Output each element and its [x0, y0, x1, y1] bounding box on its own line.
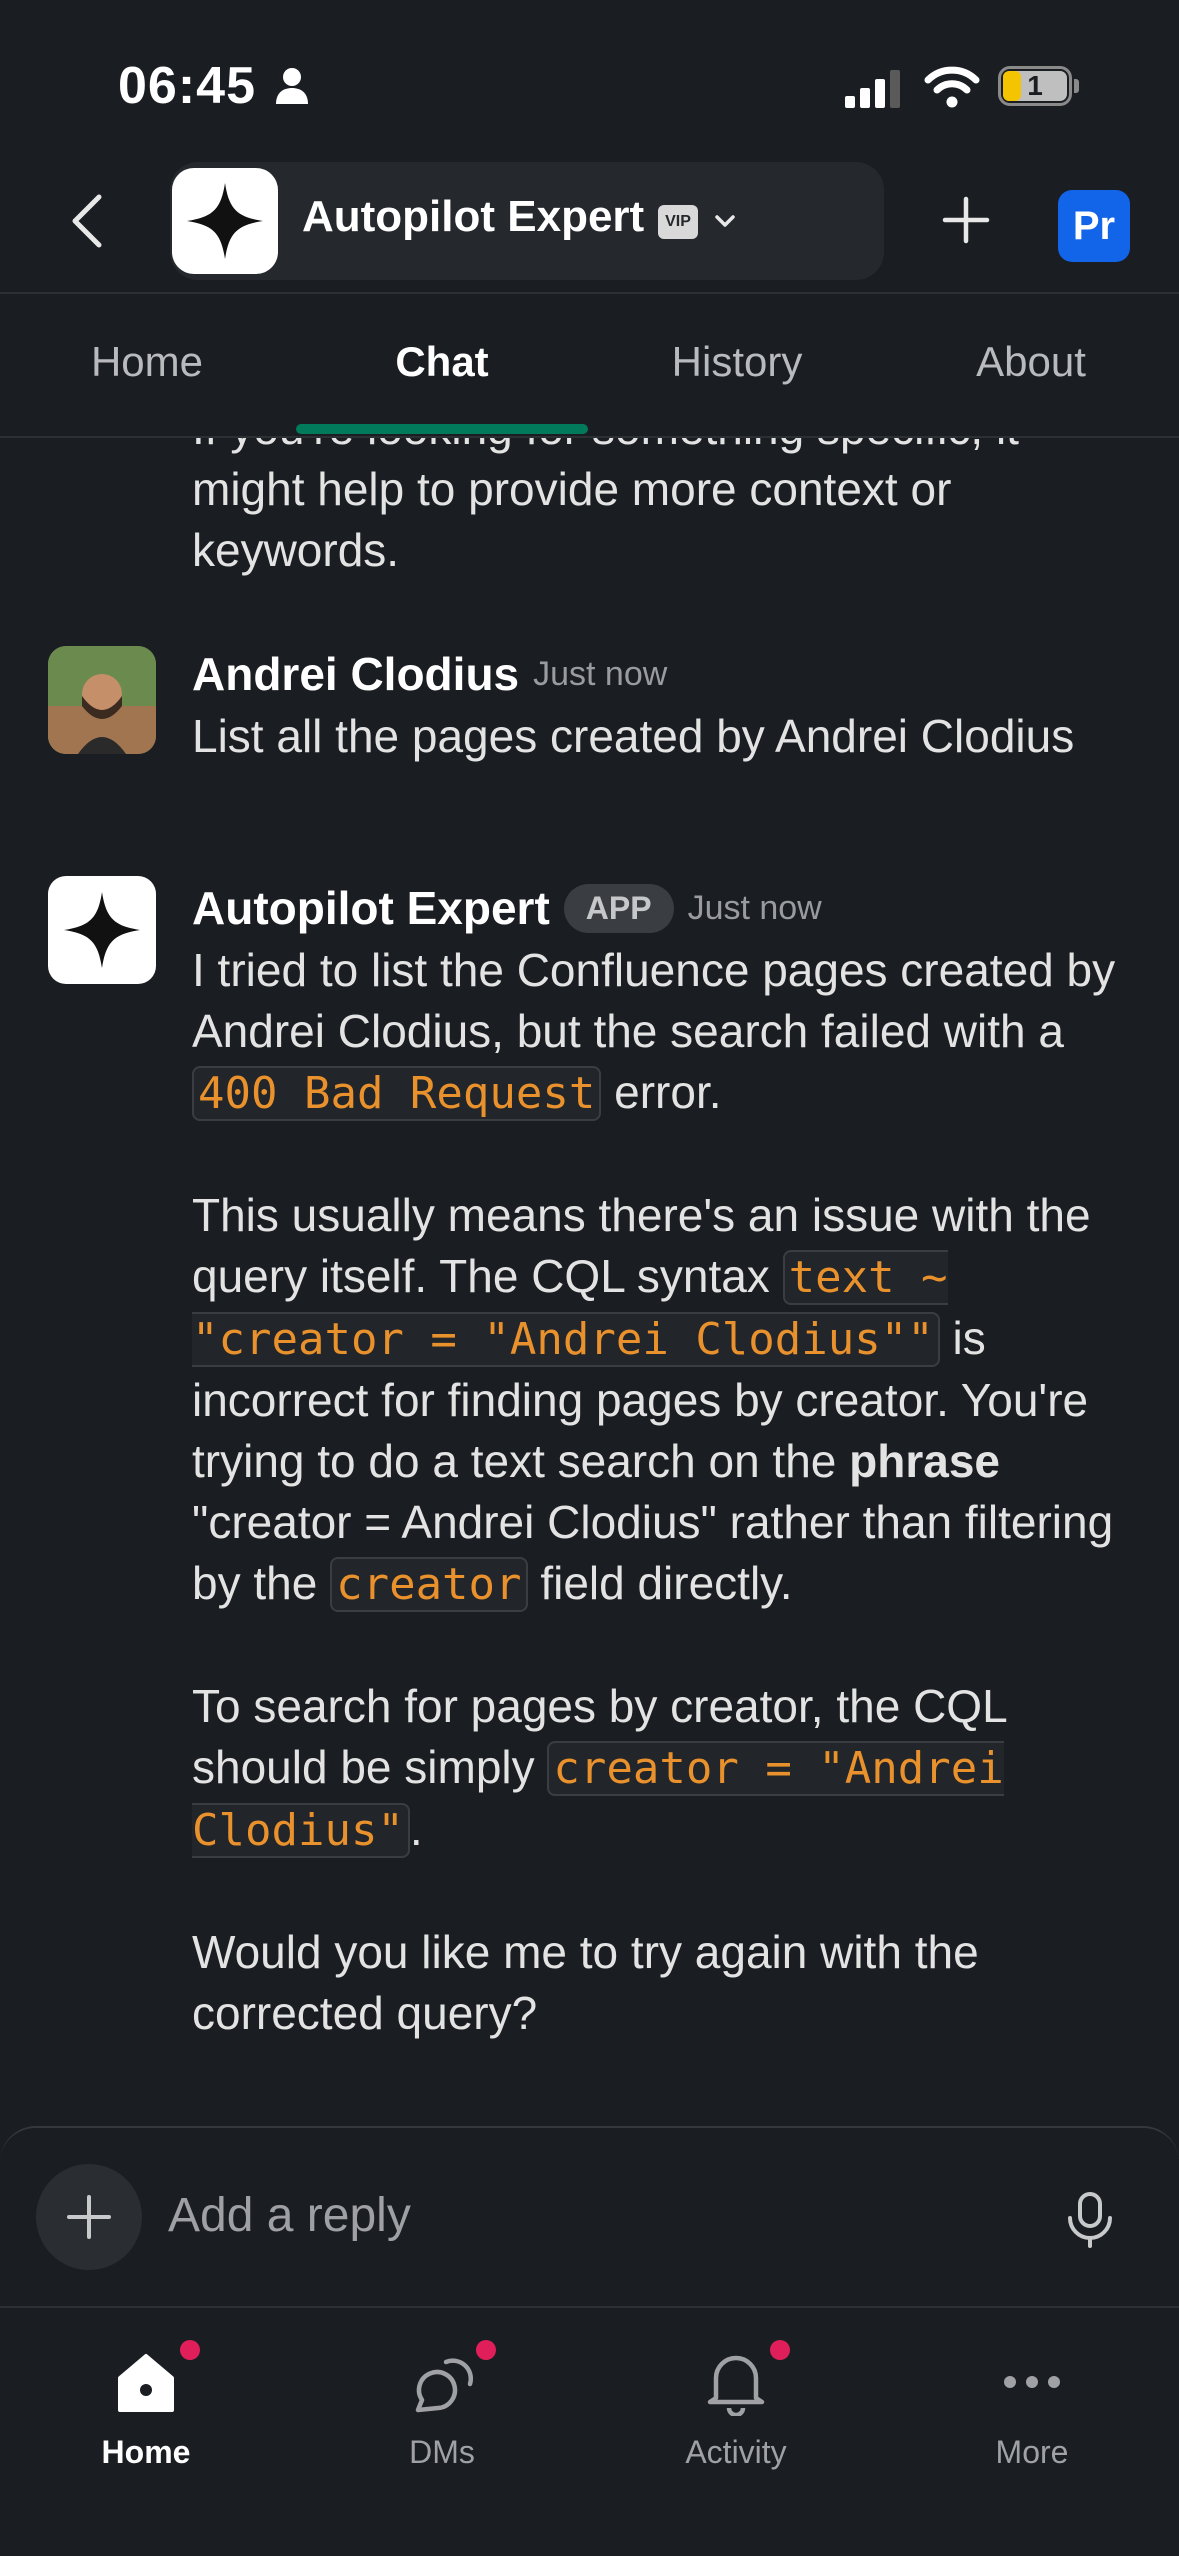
- status-bar: 06:45 1: [0, 0, 1179, 160]
- bot-avatar[interactable]: [48, 876, 156, 984]
- message-text-partial: If you're looking for something specific…: [192, 438, 1019, 576]
- message-composer: Add a reply: [0, 2126, 1179, 2306]
- dms-icon: [415, 2358, 474, 2413]
- app-logo: [172, 168, 278, 274]
- nav-activity[interactable]: Activity: [626, 2328, 846, 2488]
- tab-about[interactable]: About: [884, 338, 1178, 386]
- sender-name[interactable]: Autopilot Expert: [192, 881, 550, 935]
- tab-home[interactable]: Home: [0, 338, 294, 386]
- user-photo-icon: [48, 646, 156, 754]
- message-text: List all the pages created by Andrei Clo…: [192, 710, 1075, 762]
- plus-icon: [67, 2195, 111, 2239]
- person-icon: [276, 68, 308, 104]
- bottom-navigation: Home DMs Activity More: [0, 2306, 1179, 2556]
- active-tab-indicator: [296, 424, 588, 434]
- back-icon: [72, 194, 102, 248]
- add-button[interactable]: [934, 188, 998, 252]
- workspace-avatar[interactable]: Pr: [1058, 190, 1130, 262]
- inline-code: creator: [330, 1557, 528, 1612]
- channel-tabs: Home Chat History About: [0, 294, 1179, 436]
- message-body: Andrei Clodius Just now List all the pag…: [192, 642, 1132, 767]
- nav-label: DMs: [409, 2434, 475, 2470]
- message-list[interactable]: If you're looking for something specific…: [0, 438, 1179, 2128]
- wifi-icon: [924, 66, 980, 108]
- status-time: 06:45: [118, 57, 256, 115]
- bold-text: phrase: [849, 1435, 1001, 1487]
- tab-chat[interactable]: Chat: [295, 338, 589, 386]
- tab-history[interactable]: History: [590, 338, 884, 386]
- star-icon: [64, 892, 140, 968]
- channel-title: Autopilot Expert: [302, 192, 645, 241]
- nav-dms[interactable]: DMs: [332, 2328, 552, 2488]
- nav-label: Home: [101, 2434, 191, 2470]
- signal-icon: [845, 70, 900, 108]
- reply-input[interactable]: Add a reply: [168, 2188, 411, 2243]
- message-paragraph: I tried to list the Confluence pages cre…: [192, 944, 1116, 1121]
- battery-level: 1: [1027, 70, 1043, 101]
- channel-title-button[interactable]: Autopilot Expert VIP: [170, 162, 884, 280]
- battery-icon: 1: [998, 66, 1079, 106]
- message-paragraph: This usually means there's an issue with…: [192, 1189, 1114, 1612]
- chevron-down-icon: [715, 215, 735, 227]
- attach-button[interactable]: [36, 2164, 142, 2270]
- microphone-icon[interactable]: [1064, 2192, 1116, 2248]
- nav-label: More: [995, 2434, 1069, 2470]
- notification-badge: [476, 2340, 496, 2360]
- channel-header: Autopilot Expert VIP Pr: [0, 160, 1179, 292]
- app-badge: APP: [563, 883, 674, 933]
- inline-code: 400 Bad Request: [192, 1066, 602, 1121]
- more-icon: [1004, 2376, 1060, 2388]
- bell-icon: [707, 2355, 765, 2416]
- message-paragraph: Would you like me to try again with the …: [192, 1926, 979, 2039]
- nav-home[interactable]: Home: [36, 2328, 256, 2488]
- sender-name[interactable]: Andrei Clodius: [192, 647, 519, 701]
- home-icon: [118, 2354, 174, 2412]
- nav-label: Activity: [685, 2434, 787, 2470]
- nav-more[interactable]: More: [922, 2328, 1142, 2488]
- message-timestamp: Just now: [687, 888, 822, 927]
- notification-badge: [180, 2340, 200, 2360]
- user-avatar[interactable]: [48, 646, 156, 754]
- message-timestamp: Just now: [533, 654, 668, 693]
- plus-icon: [942, 196, 990, 244]
- notification-badge: [770, 2340, 790, 2360]
- message-paragraph: To search for pages by creator, the CQL …: [192, 1680, 1006, 1858]
- back-button[interactable]: [52, 186, 122, 256]
- message-body: Autopilot Expert APP Just now I tried to…: [192, 876, 1132, 2044]
- star-icon: [187, 183, 263, 259]
- vip-badge: VIP: [658, 205, 698, 239]
